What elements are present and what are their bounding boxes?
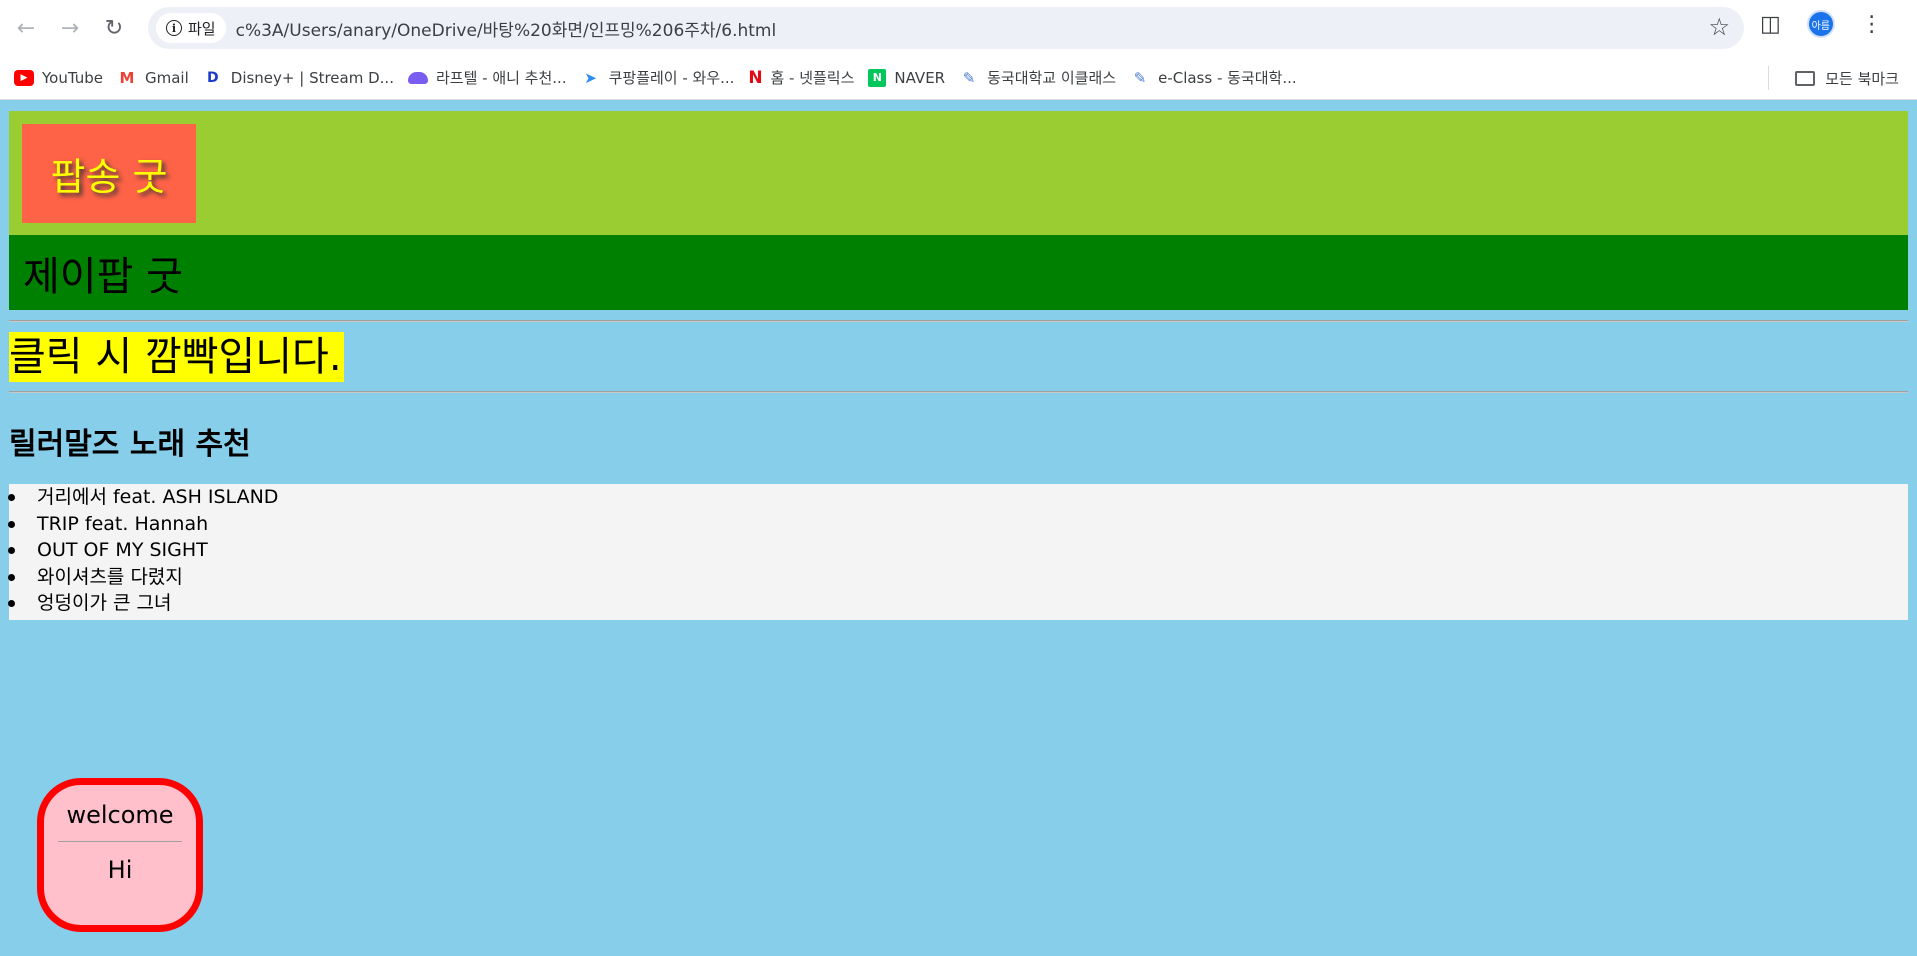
youtube-icon: ▶ <box>14 69 34 86</box>
subheader: 제이팝 굿 <box>9 235 1908 310</box>
bookmark-label: Gmail <box>145 68 189 87</box>
puzzle-icon[interactable]: ◫ <box>1760 12 1781 37</box>
horizontal-rule <box>9 320 1908 322</box>
horizontal-rule <box>9 391 1908 393</box>
welcome-divider <box>58 841 182 842</box>
naver-icon: N <box>868 68 887 87</box>
bookmark-netflix[interactable]: N 홈 - 넷플릭스 <box>748 67 854 88</box>
bookmark-label: Disney+ | Stream D... <box>230 68 394 87</box>
bookmark-laftel[interactable]: 라프텔 - 애니 추천... <box>407 67 567 88</box>
hi-text: Hi <box>107 856 133 884</box>
list-item: 엉덩이가 큰 그녀 <box>8 590 1908 617</box>
song-list: 거리에서 feat. ASH ISLAND TRIP feat. Hannah … <box>8 484 1908 620</box>
section-title: 릴러말즈 노래 추천 <box>9 427 251 462</box>
web-page: 팝송 굿 제이팝 굿 클릭 시 깜빡입니다. 릴러말즈 노래 추천 거리에서 f… <box>0 101 1917 956</box>
reload-icon[interactable]: ↻ <box>96 10 132 46</box>
bookmark-coupangplay[interactable]: ➤ 쿠팡플레이 - 와우... <box>581 67 735 88</box>
forward-arrow-icon[interactable]: → <box>52 10 88 46</box>
folder-icon <box>1795 70 1816 86</box>
document-edit-icon: ✎ <box>962 68 976 87</box>
bookmark-label: e-Class - 동국대학... <box>1158 69 1297 87</box>
bookmark-label: 홈 - 넷플릭스 <box>770 69 855 87</box>
address-bar[interactable]: i 파일 c%3A/Users/anary/OneDrive/바탕%20화면/인… <box>148 7 1744 49</box>
welcome-text: welcome <box>66 801 174 829</box>
list-item: 거리에서 feat. ASH ISLAND <box>8 484 1908 511</box>
site-info-chip[interactable]: i 파일 <box>156 13 226 43</box>
bookmark-label: YouTube <box>42 68 103 87</box>
url-text[interactable]: c%3A/Users/anary/OneDrive/바탕%20화면/인프밍%20… <box>236 16 777 41</box>
disney-icon: D <box>206 69 219 86</box>
bookmark-label: 라프텔 - 애니 추천... <box>435 69 567 87</box>
avatar[interactable]: 아름 <box>1806 10 1835 38</box>
back-arrow-icon[interactable]: ← <box>8 10 44 46</box>
list-item: OUT OF MY SIGHT <box>8 537 1908 564</box>
netflix-icon: N <box>748 67 763 88</box>
coupangplay-icon: ➤ <box>584 68 597 87</box>
bookmark-gmail[interactable]: M Gmail <box>117 69 189 87</box>
document-edit-icon: ✎ <box>1133 68 1147 87</box>
star-icon[interactable]: ☆ <box>1708 13 1730 41</box>
bookmark-naver[interactable]: N NAVER <box>868 68 946 87</box>
welcome-box: welcome Hi <box>37 778 203 932</box>
gmail-icon: M <box>119 68 135 87</box>
info-icon: i <box>166 20 182 36</box>
bookmark-youtube[interactable]: ▶ YouTube <box>14 69 103 87</box>
list-item: 와이셔츠를 다렸지 <box>8 564 1908 591</box>
bookmark-eclass[interactable]: ✎ e-Class - 동국대학... <box>1130 67 1297 88</box>
blink-text[interactable]: 클릭 시 깜빡입니다. <box>9 332 344 382</box>
bookmarks-bar: ▶ YouTube M Gmail D Disney+ | Stream D..… <box>0 56 1917 100</box>
header-band: 팝송 굿 <box>9 111 1908 235</box>
logo-box: 팝송 굿 <box>22 124 196 223</box>
laftel-icon <box>407 71 428 84</box>
kebab-menu-icon[interactable]: ⋮ <box>1861 12 1883 37</box>
bookmark-dongguk-eclass[interactable]: ✎ 동국대학교 이클래스 <box>959 67 1116 88</box>
bookmark-label: 동국대학교 이클래스 <box>987 69 1117 87</box>
list-item: TRIP feat. Hannah <box>8 511 1908 538</box>
bookmark-disney[interactable]: D Disney+ | Stream D... <box>203 69 394 87</box>
site-chip-label: 파일 <box>188 19 216 38</box>
bookmark-label: NAVER <box>894 68 946 87</box>
bookmarks-divider <box>1768 66 1769 90</box>
bookmark-label: 쿠팡플레이 - 와우... <box>608 69 735 87</box>
browser-toolbar: ← → ↻ i 파일 c%3A/Users/anary/OneDrive/바탕%… <box>0 0 1917 56</box>
all-bookmarks-button[interactable]: 모든 북마크 <box>1795 56 1899 100</box>
all-bookmarks-label: 모든 북마크 <box>1825 69 1899 88</box>
